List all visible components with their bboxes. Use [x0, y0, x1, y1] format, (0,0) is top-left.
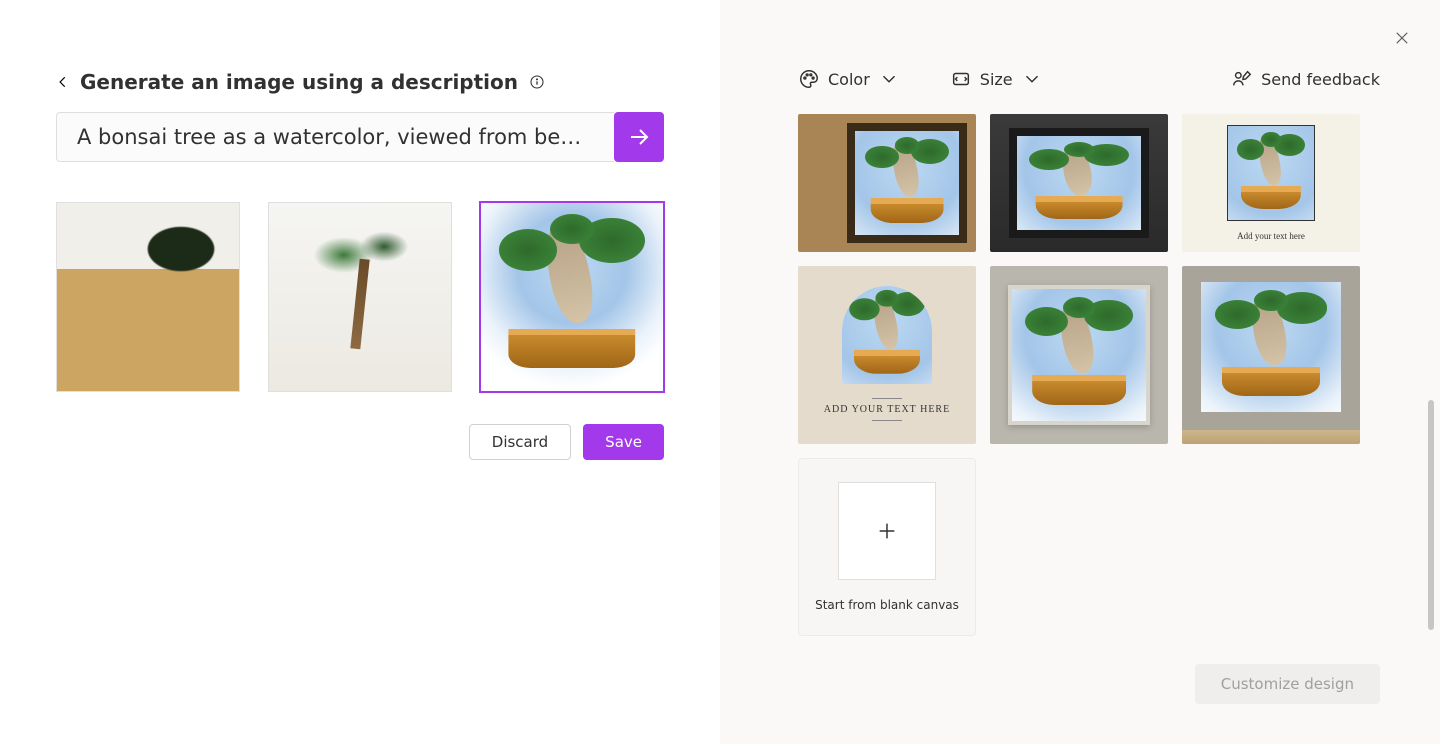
- page-title: Generate an image using a description: [80, 70, 518, 94]
- blank-canvas-label: Start from blank canvas: [815, 598, 959, 612]
- result-image-2[interactable]: [268, 202, 452, 392]
- template-4-text: ADD YOUR TEXT HERE: [824, 394, 950, 425]
- template-brick-wall[interactable]: [990, 114, 1168, 252]
- size-filter[interactable]: Size: [950, 68, 1043, 90]
- discard-button[interactable]: Discard: [469, 424, 571, 460]
- prompt-row: [56, 112, 664, 162]
- start-blank-canvas[interactable]: Start from blank canvas: [798, 458, 976, 636]
- close-icon: [1393, 29, 1411, 47]
- customize-design-button[interactable]: Customize design: [1195, 664, 1380, 704]
- template-3-text: Add your text here: [1237, 231, 1305, 241]
- prompt-input[interactable]: [56, 112, 614, 162]
- generator-pane: Generate an image using a description: [0, 0, 720, 744]
- arrow-right-icon: [627, 125, 651, 149]
- chevron-down-icon: [878, 68, 900, 90]
- template-cream-card[interactable]: Add your text here: [1182, 114, 1360, 252]
- color-filter[interactable]: Color: [798, 68, 900, 90]
- result-actions: Discard Save: [56, 424, 664, 460]
- back-chevron-icon[interactable]: [56, 75, 70, 89]
- color-filter-label: Color: [828, 70, 870, 89]
- info-icon[interactable]: [528, 73, 546, 91]
- generated-results: [56, 202, 664, 392]
- save-button[interactable]: Save: [583, 424, 664, 460]
- feedback-icon: [1231, 68, 1253, 90]
- palette-icon: [798, 68, 820, 90]
- templates-pane: Color Size Send feedback: [720, 0, 1440, 744]
- template-arched-card[interactable]: ADD YOUR TEXT HERE: [798, 266, 976, 444]
- result-image-3[interactable]: [480, 202, 664, 392]
- send-feedback-label: Send feedback: [1261, 70, 1380, 89]
- template-wood-frame[interactable]: [798, 114, 976, 252]
- plus-icon: [876, 520, 898, 542]
- send-feedback[interactable]: Send feedback: [1231, 68, 1380, 90]
- blank-canvas-tile: [838, 482, 936, 580]
- templates-toolbar: Color Size Send feedback: [720, 0, 1440, 114]
- size-filter-label: Size: [980, 70, 1013, 89]
- size-icon: [950, 68, 972, 90]
- close-button[interactable]: [1388, 24, 1416, 52]
- template-grid: Add your text here ADD YOUR TEXT HERE St…: [720, 114, 1440, 636]
- generate-button[interactable]: [614, 112, 664, 162]
- page-header: Generate an image using a description: [56, 70, 664, 94]
- template-shelf[interactable]: [1182, 266, 1360, 444]
- scrollbar[interactable]: [1428, 400, 1434, 630]
- result-image-1[interactable]: [56, 202, 240, 392]
- template-matte-frame[interactable]: [990, 266, 1168, 444]
- chevron-down-icon: [1021, 68, 1043, 90]
